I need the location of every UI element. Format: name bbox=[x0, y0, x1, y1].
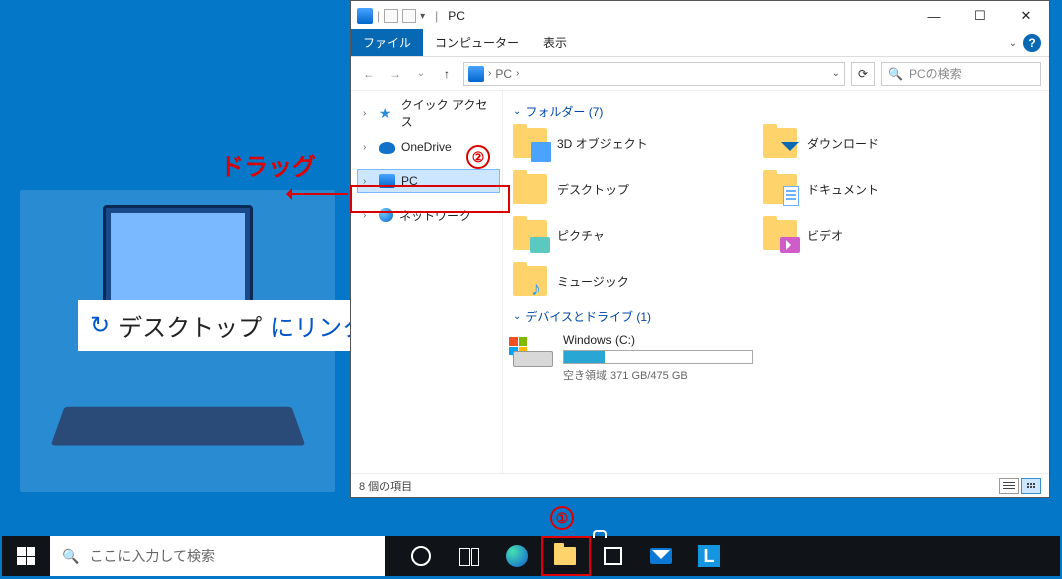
ribbon-tab-computer[interactable]: コンピューター bbox=[423, 29, 531, 56]
ribbon-tab-file[interactable]: ファイル bbox=[351, 29, 423, 56]
link-arrow-icon: ↻ bbox=[90, 311, 110, 340]
drag-arrow bbox=[288, 193, 348, 195]
windows-logo-icon bbox=[17, 547, 35, 565]
nav-up[interactable]: ↑ bbox=[437, 67, 457, 81]
cortana-button[interactable] bbox=[397, 536, 445, 576]
annotation-callout-1: ① bbox=[550, 506, 574, 530]
star-icon: ★ bbox=[379, 105, 395, 121]
content-pane: ⌄ フォルダー (7) 3D オブジェクト ダウンロード デスクトップ bbox=[503, 91, 1049, 473]
taskbar-store[interactable] bbox=[589, 536, 637, 576]
chevron-down-icon: ⌄ bbox=[513, 106, 521, 117]
cube-icon bbox=[531, 142, 551, 162]
annotation-box-2 bbox=[350, 185, 510, 213]
chevron-down-icon: ⌄ bbox=[513, 311, 521, 322]
taskbar-l-app[interactable]: L bbox=[685, 536, 733, 576]
statusbar: 8 個の項目 bbox=[351, 473, 1049, 497]
crumb-caret-icon[interactable]: › bbox=[488, 68, 491, 79]
crumb-caret-icon[interactable]: › bbox=[516, 68, 519, 79]
document-icon bbox=[783, 186, 799, 206]
view-details-button[interactable] bbox=[999, 478, 1019, 494]
taskbar: 🔍 ここに入力して検索 L bbox=[2, 536, 1060, 576]
folder-desktop[interactable]: デスクトップ bbox=[513, 174, 763, 204]
folder-pictures[interactable]: ピクチャ bbox=[513, 220, 763, 250]
annotation-box-1 bbox=[541, 536, 591, 576]
start-button[interactable] bbox=[2, 536, 50, 576]
taskview-button[interactable] bbox=[445, 536, 493, 576]
search-icon: 🔍 bbox=[888, 67, 903, 81]
qat-customize-icon[interactable]: ▾ bbox=[420, 11, 425, 22]
drive-icon bbox=[513, 351, 553, 367]
help-icon[interactable]: ? bbox=[1023, 34, 1041, 52]
video-icon bbox=[780, 237, 800, 253]
taskbar-mail[interactable] bbox=[637, 536, 685, 576]
explorer-window: | ▾ | PC — ☐ ✕ ファイル コンピューター 表示 ⌄ ? ← → ⌄… bbox=[350, 0, 1050, 498]
ribbon-tab-view[interactable]: 表示 bbox=[531, 29, 579, 56]
cloud-icon bbox=[379, 142, 395, 154]
annotation-callout-2: ② bbox=[466, 145, 490, 169]
nav-row: ← → ⌄ ↑ › PC › ⌄ ⟳ 🔍 PCの検索 bbox=[351, 57, 1049, 91]
nav-back[interactable]: ← bbox=[359, 67, 379, 81]
drive-usage-bar bbox=[563, 350, 753, 364]
drive-label: Windows (C:) bbox=[563, 333, 753, 347]
status-item-count: 8 個の項目 bbox=[359, 478, 412, 494]
minimize-button[interactable]: — bbox=[911, 1, 957, 31]
search-box[interactable]: 🔍 PCの検索 bbox=[881, 62, 1041, 86]
qat-properties-icon[interactable] bbox=[384, 9, 398, 23]
titlebar[interactable]: | ▾ | PC — ☐ ✕ bbox=[351, 1, 1049, 31]
taskview-icon bbox=[459, 548, 479, 564]
folder-videos[interactable]: ビデオ bbox=[763, 220, 1013, 250]
taskbar-edge[interactable] bbox=[493, 536, 541, 576]
address-bar[interactable]: › PC › ⌄ bbox=[463, 62, 845, 86]
tree-quick-access[interactable]: › ★ クイック アクセス bbox=[355, 101, 498, 125]
folder-documents[interactable]: ドキュメント bbox=[763, 174, 1013, 204]
qat-newfolder-icon[interactable] bbox=[402, 9, 416, 23]
folder-music[interactable]: ミュージック bbox=[513, 266, 763, 296]
close-button[interactable]: ✕ bbox=[1003, 1, 1049, 31]
nav-forward[interactable]: → bbox=[385, 67, 405, 81]
address-dropdown-icon[interactable]: ⌄ bbox=[832, 68, 840, 79]
taskbar-search-placeholder: ここに入力して検索 bbox=[89, 546, 215, 566]
drive-free-text: 空き領域 371 GB/475 GB bbox=[563, 367, 753, 383]
circle-icon bbox=[411, 546, 431, 566]
mail-icon bbox=[650, 548, 672, 564]
music-icon bbox=[535, 282, 549, 300]
refresh-button[interactable]: ⟳ bbox=[851, 62, 875, 86]
view-icons-button[interactable] bbox=[1021, 478, 1041, 494]
download-arrow-icon bbox=[781, 142, 799, 160]
qat-separator: | bbox=[377, 9, 380, 23]
group-folders-header[interactable]: ⌄ フォルダー (7) bbox=[513, 103, 1039, 120]
chevron-right-icon[interactable]: › bbox=[363, 142, 373, 153]
drive-c[interactable]: Windows (C:) 空き領域 371 GB/475 GB bbox=[513, 333, 1039, 383]
l-app-icon: L bbox=[698, 545, 720, 567]
window-title: PC bbox=[448, 9, 465, 23]
search-placeholder: PCの検索 bbox=[909, 65, 962, 82]
crumb-pc[interactable]: PC bbox=[495, 67, 512, 81]
edge-icon bbox=[506, 545, 528, 567]
chevron-right-icon[interactable]: › bbox=[363, 108, 373, 119]
taskbar-search[interactable]: 🔍 ここに入力して検索 bbox=[50, 536, 385, 576]
crumb-pc-icon bbox=[468, 66, 484, 82]
search-icon: 🔍 bbox=[62, 548, 79, 565]
folder-3dobjects[interactable]: 3D オブジェクト bbox=[513, 128, 763, 158]
store-icon bbox=[604, 547, 622, 565]
ribbon: ファイル コンピューター 表示 ⌄ ? bbox=[351, 31, 1049, 57]
titlebar-app-icon bbox=[357, 8, 373, 24]
maximize-button[interactable]: ☐ bbox=[957, 1, 1003, 31]
group-drives-header[interactable]: ⌄ デバイスとドライブ (1) bbox=[513, 308, 1039, 325]
nav-history-icon[interactable]: ⌄ bbox=[411, 68, 431, 79]
folder-downloads[interactable]: ダウンロード bbox=[763, 128, 1013, 158]
picture-icon bbox=[530, 237, 550, 253]
ribbon-expand-icon[interactable]: ⌄ bbox=[1009, 38, 1017, 49]
drag-label: ドラッグ bbox=[220, 147, 316, 182]
